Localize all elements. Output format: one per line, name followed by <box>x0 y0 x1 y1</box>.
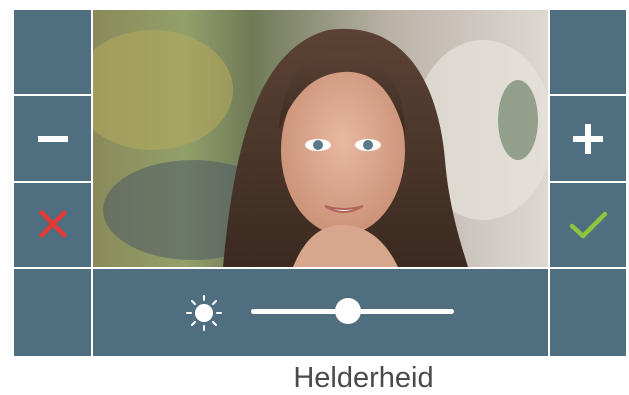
video-image <box>93 10 548 267</box>
right-top-blank-button <box>550 10 626 94</box>
sun-icon <box>186 295 222 331</box>
left-bottom-blank-button <box>14 269 91 356</box>
left-top-blank-button <box>14 10 91 94</box>
minus-button[interactable] <box>14 96 91 181</box>
checkmark-icon <box>569 211 608 239</box>
close-icon <box>38 209 68 239</box>
minus-icon <box>38 136 68 142</box>
screen-caption: Helderheid <box>293 362 434 394</box>
intercom-screen <box>14 10 626 356</box>
brightness-control-bar <box>93 269 548 356</box>
plus-icon <box>573 124 603 154</box>
camera-video-feed <box>93 10 548 267</box>
right-bottom-blank-button <box>550 269 626 356</box>
plus-button[interactable] <box>550 96 626 181</box>
cancel-button[interactable] <box>14 183 91 267</box>
brightness-slider-handle[interactable] <box>335 298 362 324</box>
confirm-button[interactable] <box>550 183 626 267</box>
